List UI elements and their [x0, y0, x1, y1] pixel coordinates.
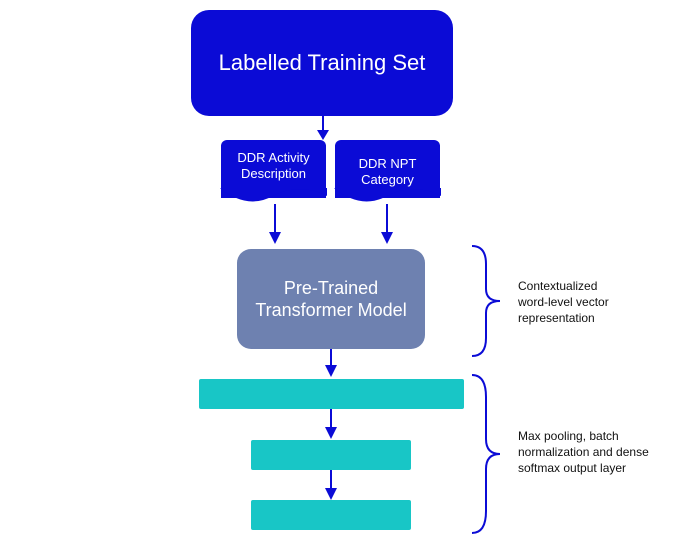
arrow-bar1-to-bar2	[324, 409, 338, 439]
doc-npt-category: DDR NPT Category	[335, 140, 440, 198]
brace-contextualized	[472, 244, 512, 358]
arrow-doc-right-down	[380, 204, 394, 244]
doc-right-line1: DDR NPT Category	[359, 156, 417, 187]
pretrained-model-box: Pre-Trained Transformer Model	[237, 249, 425, 349]
arrow-bar2-to-bar3	[324, 470, 338, 500]
arrow-pretrained-to-bars	[324, 349, 338, 377]
teal-bar-2	[251, 440, 411, 470]
arrow-training-to-docs	[316, 116, 330, 140]
training-set-label: Labelled Training Set	[219, 50, 426, 76]
pretrained-label: Pre-Trained Transformer Model	[255, 277, 406, 322]
teal-bar-3	[251, 500, 411, 530]
annotation-contextualized: Contextualized word-level vector represe…	[518, 278, 668, 327]
arrow-doc-left-down	[268, 204, 282, 244]
doc-left-line1: DDR Activity	[237, 150, 309, 165]
doc-activity-description: DDR Activity Description	[221, 140, 326, 198]
teal-bar-1	[199, 379, 464, 409]
training-set-box: Labelled Training Set	[191, 10, 453, 116]
doc-left-line2: Description	[241, 166, 306, 181]
brace-pooling	[472, 373, 512, 535]
annotation-pooling: Max pooling, batch normalization and den…	[518, 428, 678, 477]
